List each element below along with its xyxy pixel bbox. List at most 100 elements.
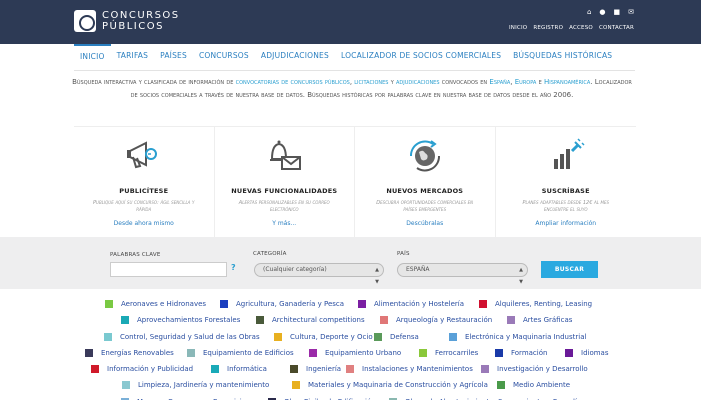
category-item[interactable]: Información y Publicidad (91, 365, 194, 374)
nav-inicio[interactable]: INICIO (74, 44, 111, 70)
category-row: Energías Renovables Equipamiento de Edifi… (0, 348, 701, 365)
nav-adjudicaciones[interactable]: ADJUDICACIONES (255, 44, 335, 70)
category-item[interactable]: Artes Gráficas (507, 316, 572, 325)
home-icon[interactable]: ⌂ (587, 8, 591, 16)
category-label: Cultura, Deporte y Ocio (290, 332, 373, 341)
category-item[interactable]: Electrónica y Maquinaria Industrial (449, 332, 586, 341)
category-label: Alimentación y Hostelería (374, 300, 464, 308)
logo-line2: PÚBLICOS (102, 20, 164, 32)
category-item[interactable]: Idiomas (565, 348, 609, 357)
link-europa[interactable]: Europa (515, 78, 537, 86)
nav-paises[interactable]: PAÍSES (154, 44, 193, 70)
link-licitaciones[interactable]: licitaciones (354, 78, 388, 86)
mail-icon[interactable]: ✉ (628, 8, 634, 16)
link-adjudicaciones[interactable]: adjudicaciones (396, 78, 440, 86)
site-logo[interactable]: CONCURSOS PÚBLICOS (74, 10, 180, 32)
intro-text-part: e (536, 78, 544, 86)
category-item[interactable]: Medio Ambiente (497, 381, 570, 390)
category-label: Instalaciones y Mantenimientos (362, 365, 473, 374)
site-header: CONCURSOS PÚBLICOS ⌂ ● ■ ✉ INICIO REGIST… (0, 0, 701, 44)
category-label: Ingeniería (306, 365, 342, 374)
user-icon[interactable]: ● (599, 8, 605, 16)
category-item[interactable]: Equipamiento de Edificios (187, 348, 294, 357)
category-color-swatch (346, 365, 354, 374)
category-color-swatch (358, 300, 366, 308)
features-row: PUBLICÍTESE Publique aquí su concurso: á… (74, 126, 637, 237)
keywords-input[interactable] (110, 262, 227, 277)
category-color-swatch (220, 300, 228, 308)
category-row: Aeronaves e Hidronaves Agricultura, Ganad… (0, 300, 701, 316)
category-label: Investigación y Desarrollo (497, 365, 588, 374)
category-item[interactable]: Architectural competitions (256, 316, 365, 325)
link-convocatorias[interactable]: convocatorias de concursos públicos (236, 78, 350, 86)
country-select[interactable]: ESPAÑA ▲ ▼ (397, 263, 528, 285)
lock-icon[interactable]: ■ (614, 8, 621, 16)
category-label: Agricultura, Ganadería y Pesca (236, 300, 345, 308)
link-espana[interactable]: España (489, 78, 510, 86)
category-select[interactable]: (Cualquier categoría) ▲ ▼ (254, 263, 384, 285)
category-color-swatch (495, 348, 503, 357)
nav-concursos[interactable]: CONCURSOS (193, 44, 255, 70)
category-label: Ferrocarriles (435, 348, 479, 357)
link-hispanoamerica[interactable]: Hispanoamérica (544, 78, 590, 86)
nav-tarifas[interactable]: TARIFAS (111, 44, 154, 70)
select-arrows-icon: ▲ ▼ (519, 267, 523, 285)
top-link-registro[interactable]: REGISTRO (533, 25, 563, 31)
category-row: Control, Seguridad y Salud de las Obras C… (0, 332, 701, 349)
category-item[interactable]: Arqueología y Restauración (380, 316, 492, 325)
country-value: ESPAÑA (406, 266, 430, 273)
category-item[interactable]: Aprovechamientos Forestales (121, 316, 240, 325)
category-item[interactable]: Ferrocarriles (419, 348, 479, 357)
category-label: Información y Publicidad (107, 365, 194, 374)
top-link-acceso[interactable]: ACCESO (569, 25, 593, 31)
feature-link[interactable]: Y más... (215, 220, 355, 227)
category-color-swatch (380, 316, 388, 325)
category-color-swatch (91, 365, 99, 374)
category-item[interactable]: Control, Seguridad y Salud de las Obras (104, 332, 260, 341)
category-item[interactable]: Energías Renovables (85, 348, 174, 357)
top-link-inicio[interactable]: INICIO (509, 25, 527, 31)
category-label: Materiales y Maquinaria de Construcción … (308, 381, 488, 390)
category-item[interactable]: Informática (211, 365, 267, 374)
category-color-swatch (565, 348, 573, 357)
category-label: Equipamiento de Edificios (203, 348, 294, 357)
category-row: Aprovechamientos Forestales Architectural… (0, 316, 701, 332)
nav-busquedas[interactable]: BÚSQUEDAS HISTÓRICAS (507, 44, 618, 70)
category-color-swatch (481, 365, 489, 374)
intro-text-part: y (388, 78, 396, 86)
feature-link[interactable]: Ampliar información (496, 220, 637, 227)
category-item[interactable]: Defensa (374, 332, 419, 341)
search-button[interactable]: BUSCAR (541, 261, 598, 278)
category-color-swatch (292, 381, 300, 390)
category-color-swatch (309, 348, 317, 357)
feature-title: SUSCRÍBASE (541, 187, 590, 195)
category-item[interactable]: Instalaciones y Mantenimientos (346, 365, 473, 374)
intro-text-part: convocados en (439, 78, 490, 86)
feature-link[interactable]: Descúbralas (355, 220, 495, 227)
category-item[interactable]: Materiales y Maquinaria de Construcción … (292, 381, 488, 390)
category-label: Control, Seguridad y Salud de las Obras (120, 332, 260, 341)
category-item[interactable]: Aeronaves e Hidronaves (105, 300, 206, 308)
top-link-contactar[interactable]: CONTACTAR (599, 25, 634, 31)
category-item[interactable]: Limpieza, Jardinería y mantenimiento (122, 381, 269, 390)
category-item[interactable]: Formación (495, 348, 547, 357)
feature-funcionalidades: NUEVAS FUNCIONALIDADES Alertas personali… (215, 127, 355, 237)
category-color-swatch (507, 316, 515, 325)
category-item[interactable]: Equipamiento Urbano (309, 348, 401, 357)
intro-text: Búsqueda interactiva y clasificada de in… (72, 76, 632, 101)
category-item[interactable]: Alquileres, Renting, Leasing (479, 300, 592, 308)
feature-link[interactable]: Desde ahora mismo (74, 220, 214, 227)
nav-localizador[interactable]: LOCALIZADOR DE SOCIOS COMERCIALES (335, 44, 507, 70)
category-color-swatch (104, 332, 112, 341)
category-item[interactable]: Cultura, Deporte y Ocio (274, 332, 373, 341)
category-color-swatch (497, 381, 505, 390)
category-item[interactable]: Agricultura, Ganadería y Pesca (220, 300, 344, 308)
help-icon[interactable]: ? (231, 263, 236, 272)
category-item[interactable]: Investigación y Desarrollo (481, 365, 588, 374)
category-item[interactable]: Ingeniería (290, 365, 342, 374)
categories-list: Aeronaves e Hidronaves Agricultura, Ganad… (0, 300, 701, 400)
category-row: Limpieza, Jardinería y mantenimiento Mate… (0, 381, 701, 397)
feature-desc: Planes adaptables desde 12€ al mes encue… (522, 200, 610, 213)
category-item[interactable]: Alimentación y Hostelería (358, 300, 464, 308)
feature-title: NUEVAS FUNCIONALIDADES (231, 187, 338, 195)
